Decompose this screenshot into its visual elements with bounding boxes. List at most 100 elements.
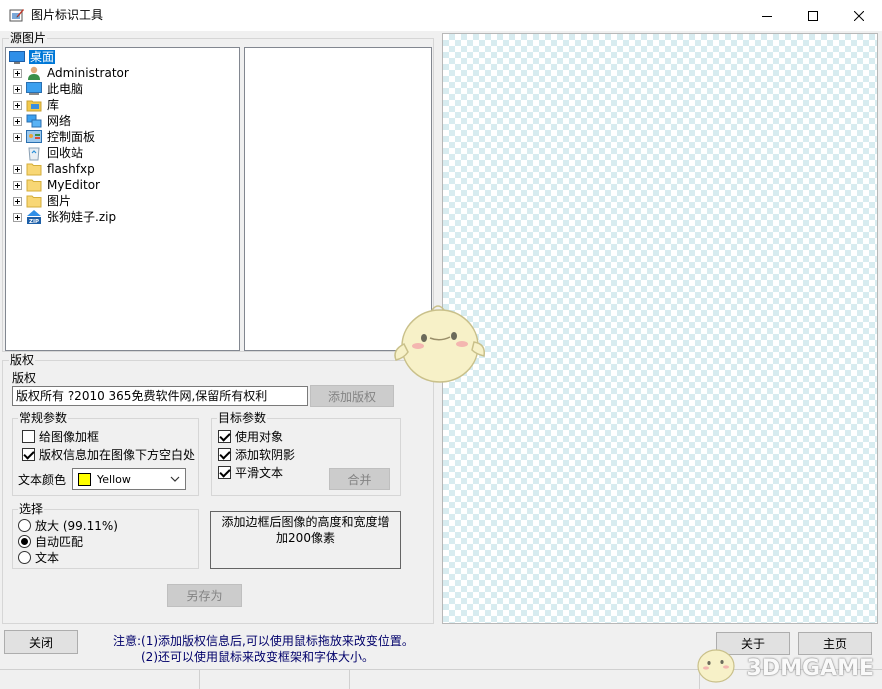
tree-item[interactable]: 控制面板 [13, 129, 96, 145]
user-icon [26, 65, 42, 81]
tree-item[interactable]: 网络 [13, 113, 72, 129]
add-copyright-button[interactable]: 添加版权 [310, 385, 394, 407]
watermark-text: 3DMGAME [746, 656, 874, 681]
tree-item-label: 桌面 [29, 50, 56, 64]
color-swatch [78, 472, 91, 486]
target-params-label: 目标参数 [217, 411, 268, 425]
expand-toggle-icon[interactable] [13, 68, 22, 78]
app-icon [9, 7, 25, 23]
expand-toggle-icon[interactable] [13, 100, 22, 110]
close-icon [854, 10, 864, 21]
tree-item[interactable]: 此电脑 [13, 81, 84, 97]
folder-tree[interactable]: 桌面 Administrator 此电脑库网络控制面板回收站 flashfxp MyEd… [5, 47, 240, 351]
source-group-label: 源图片 [9, 31, 48, 45]
tree-item[interactable]: 回收站 [13, 145, 84, 161]
smooth-text-checkbox[interactable] [218, 466, 231, 479]
auto-fit-option[interactable]: 自动匹配 [18, 533, 83, 550]
tree-item-label: MyEditor [47, 178, 100, 192]
tree-item-label: flashfxp [47, 162, 95, 176]
smooth-text-label: 平滑文本 [235, 466, 284, 480]
use-object-option[interactable]: 使用对象 [218, 428, 283, 445]
note-line-2: (2)还可以使用鼠标来改变框架和字体大小。 [141, 650, 374, 664]
chevron-down-icon [170, 476, 180, 482]
expand-toggle-icon[interactable] [13, 116, 22, 126]
zoom-label: 放大 (99.11%) [35, 519, 118, 533]
expand-toggle-icon[interactable] [13, 84, 22, 94]
add-border-option[interactable]: 给图像加框 [22, 428, 99, 445]
close-window-button[interactable] [836, 0, 882, 31]
control-panel-icon [26, 129, 42, 145]
tree-item[interactable]: 图片 [13, 193, 72, 209]
expand-toggle-icon[interactable] [13, 132, 22, 142]
window-title: 图片标识工具 [31, 8, 104, 22]
soft-shadow-checkbox[interactable] [218, 448, 231, 461]
recycle-bin-icon [26, 145, 42, 161]
tree-item-label: 回收站 [47, 146, 84, 160]
tree-item[interactable]: 库 [13, 97, 60, 113]
library-icon [26, 97, 42, 113]
zoom-option[interactable]: 放大 (99.11%) [18, 517, 118, 534]
folder-icon [26, 193, 42, 209]
below-image-label: 版权信息加在图像下方空白处 [39, 448, 196, 462]
auto-fit-label: 自动匹配 [35, 535, 84, 549]
expand-toggle-icon[interactable] [13, 180, 22, 190]
text-color-select[interactable]: Yellow [72, 468, 186, 490]
mascot-illustration [388, 300, 488, 390]
text-color-value: Yellow [97, 472, 131, 486]
tree-item-label: 图片 [47, 194, 72, 208]
tree-item-label: 网络 [47, 114, 72, 128]
use-object-checkbox[interactable] [218, 430, 231, 443]
computer-icon [26, 81, 42, 97]
below-image-checkbox[interactable] [22, 448, 35, 461]
info-box: 添加边框后图像的高度和宽度增加200像素 [210, 511, 401, 569]
folder-tree-items: 桌面 Administrator 此电脑库网络控制面板回收站 flashfxp MyEd… [6, 48, 239, 350]
status-segment [200, 669, 350, 689]
maximize-icon [808, 10, 818, 21]
copyright-input[interactable]: 版权所有 ?2010 365免费软件网,保留所有权利 [12, 386, 308, 406]
copyright-group-label: 版权 [9, 353, 36, 367]
watermark-mascot-icon [692, 640, 738, 686]
expand-toggle-icon[interactable] [13, 212, 22, 222]
tree-item-label: 控制面板 [47, 130, 96, 144]
tree-item-label: 此电脑 [47, 82, 84, 96]
save-as-button[interactable]: 另存为 [167, 584, 242, 607]
desktop-icon [9, 49, 25, 65]
svg-text:ZIP: ZIP [29, 219, 39, 225]
tree-item[interactable]: 桌面 [9, 49, 56, 65]
soft-shadow-option[interactable]: 添加软阴影 [218, 446, 295, 463]
use-object-label: 使用对象 [235, 430, 284, 444]
image-preview[interactable] [442, 33, 878, 624]
auto-fit-radio[interactable] [18, 535, 31, 548]
text-color-label: 文本颜色 [18, 473, 67, 487]
smooth-text-option[interactable]: 平滑文本 [218, 464, 283, 481]
merge-button[interactable]: 合并 [329, 468, 390, 490]
below-image-option[interactable]: 版权信息加在图像下方空白处 [22, 446, 195, 463]
tree-item[interactable]: Administrator [13, 65, 130, 81]
zip-icon: ZIP [26, 209, 42, 225]
soft-shadow-label: 添加软阴影 [235, 448, 296, 462]
home-button[interactable]: 主页 [798, 632, 872, 655]
folder-icon [26, 177, 42, 193]
network-icon [26, 113, 42, 129]
expand-toggle-icon[interactable] [13, 196, 22, 206]
expand-toggle-icon[interactable] [13, 164, 22, 174]
status-segment [0, 669, 200, 689]
tree-item[interactable]: flashfxp [13, 161, 96, 177]
tree-item-label: Administrator [47, 66, 129, 80]
text-option-label: 文本 [35, 551, 60, 565]
tree-item-label: 库 [47, 98, 60, 112]
maximize-button[interactable] [790, 0, 836, 31]
note-line-1: 注意:(1)添加版权信息后,可以使用鼠标拖放来改变位置。 [113, 634, 414, 648]
text-radio[interactable] [18, 551, 31, 564]
tree-item[interactable]: MyEditor [13, 177, 101, 193]
minimize-icon [762, 15, 772, 17]
close-button[interactable]: 关闭 [4, 630, 78, 654]
tree-item[interactable]: ZIP 张狗娃子.zip [13, 209, 117, 225]
status-segment [350, 669, 700, 689]
tree-item-label: 张狗娃子.zip [47, 210, 117, 224]
zoom-radio[interactable] [18, 519, 31, 532]
text-option[interactable]: 文本 [18, 549, 59, 566]
add-border-label: 给图像加框 [39, 430, 100, 444]
add-border-checkbox[interactable] [22, 430, 35, 443]
minimize-button[interactable] [744, 0, 790, 31]
